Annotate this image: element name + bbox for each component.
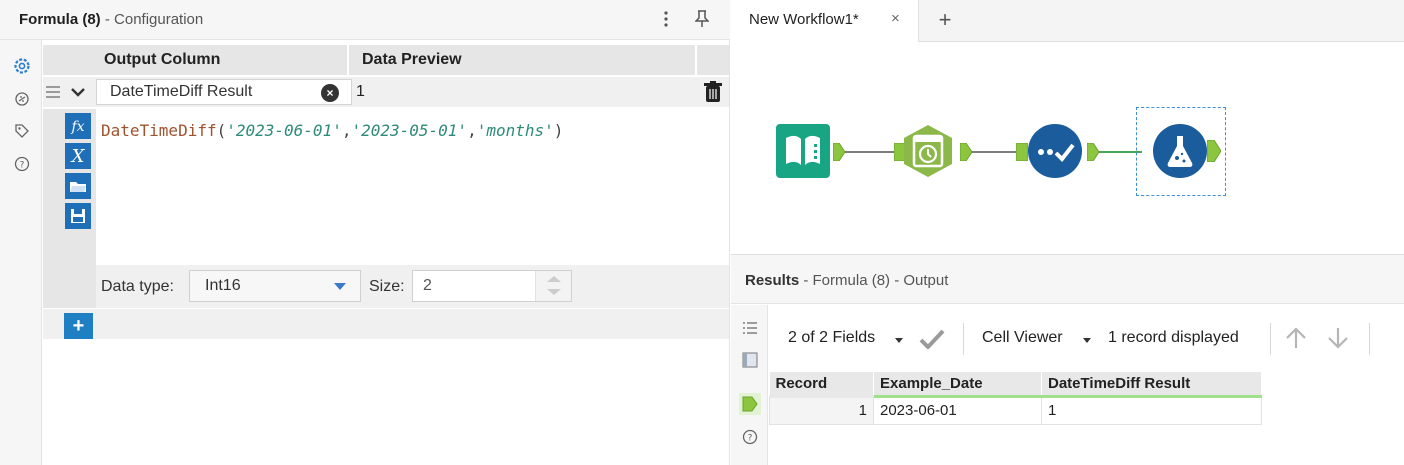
data-type-row: Data type: Int16 Size: 2 [43, 265, 729, 308]
output-anchor-icon[interactable] [739, 393, 761, 415]
data-type-label: Data type: [101, 278, 174, 295]
records-displayed: 1 record displayed [1108, 329, 1239, 346]
kebab-menu-icon[interactable] [656, 8, 676, 30]
svg-text:?: ? [20, 161, 25, 171]
function-icon[interactable]: fx [65, 113, 91, 139]
input-data-tool[interactable] [776, 124, 830, 178]
connection-line [841, 151, 899, 153]
configuration-title: Formula (8) - Configuration [19, 11, 203, 28]
header-separator [347, 45, 349, 75]
output-column-input[interactable]: DateTimeDiff Result [96, 79, 352, 105]
expression-arg-1: '2023-06-01' [226, 121, 342, 140]
expression-toolbar: fx X [65, 113, 91, 233]
result-cell[interactable]: 1 [1041, 395, 1262, 425]
data-type-value: Int16 [205, 277, 241, 294]
checkmark-icon[interactable] [919, 329, 945, 354]
formula-tool[interactable] [1153, 124, 1207, 178]
configuration-pane: Formula (8) - Configuration ? Output Col… [0, 0, 730, 465]
message-icon[interactable] [739, 349, 761, 371]
expression-function: DateTimeDiff [101, 121, 217, 140]
results-label: Results [745, 272, 800, 289]
record-cell[interactable]: 1 [769, 395, 874, 425]
new-tab-icon[interactable]: + [934, 6, 956, 34]
results-header: Results - Formula (8) - Output [731, 254, 1404, 304]
connection-line [972, 151, 1022, 153]
output-anchor[interactable] [832, 142, 846, 162]
open-folder-icon[interactable] [65, 173, 91, 199]
example-date-cell[interactable]: 2023-06-01 [873, 395, 1042, 425]
data-type-select[interactable]: Int16 [189, 270, 361, 302]
arrow-down-icon[interactable] [1326, 326, 1350, 355]
col-example-date[interactable]: Example_Date [873, 372, 1042, 398]
type-row-gutter [43, 265, 96, 308]
select-tool[interactable] [1028, 124, 1082, 178]
output-anchor[interactable] [1206, 139, 1222, 163]
toolbar-separator [963, 323, 964, 355]
help-icon[interactable]: ? [739, 426, 761, 448]
fields-dropdown[interactable]: 2 of 2 Fields [788, 329, 875, 347]
table-header-row: Record Example_Date DateTimeDiff Result [769, 372, 1262, 398]
caret-down-icon[interactable] [895, 338, 903, 343]
tab-label: New Workflow1* [749, 11, 859, 28]
config-tool-name: Formula (8) [19, 11, 101, 28]
output-anchor[interactable] [1086, 142, 1100, 162]
configuration-header: Formula (8) - Configuration [0, 0, 730, 40]
close-tab-icon[interactable]: × [891, 10, 900, 27]
results-side-rail: ? [731, 305, 768, 465]
drag-handle-icon[interactable] [43, 77, 63, 107]
grid-header: Output Column Data Preview [43, 45, 729, 75]
toolbar-separator [1369, 323, 1370, 355]
cell-viewer-dropdown[interactable]: Cell Viewer [982, 329, 1063, 347]
add-field-button[interactable]: + [64, 313, 93, 339]
data-preview-value: 1 [356, 83, 365, 100]
expression-arg-2: '2023-05-01' [351, 121, 468, 140]
save-icon[interactable] [65, 203, 91, 229]
col-datetimediff-result[interactable]: DateTimeDiff Result [1041, 372, 1262, 398]
svg-text:?: ? [748, 434, 753, 444]
clear-icon[interactable]: × [321, 84, 339, 102]
expression-text[interactable]: DateTimeDiff('2023-06-01','2023-05-01','… [101, 121, 563, 140]
caret-down-icon [334, 283, 346, 290]
gear-icon[interactable] [11, 55, 33, 77]
pin-icon[interactable] [692, 8, 712, 30]
output-anchor[interactable] [959, 142, 973, 162]
data-preview-header: Data Preview [362, 51, 462, 68]
size-label: Size: [369, 278, 405, 295]
caret-down-icon[interactable] [1083, 338, 1091, 343]
config-subtitle: - Configuration [104, 11, 204, 28]
toolbar-separator [1270, 323, 1271, 355]
tag-icon[interactable] [11, 120, 33, 142]
formula-row: DateTimeDiff Result × 1 [43, 77, 729, 107]
configuration-side-rail: ? [0, 40, 42, 465]
results-title: Results - Formula (8) - Output [745, 272, 948, 289]
size-input[interactable]: 2 [412, 270, 572, 302]
datetime-tool[interactable] [901, 124, 955, 178]
size-value: 2 [423, 277, 432, 294]
arrow-up-icon[interactable] [1284, 326, 1308, 355]
variable-icon[interactable]: X [65, 143, 91, 169]
col-record[interactable]: Record [769, 372, 874, 398]
chevron-down-icon[interactable] [65, 79, 91, 105]
results-table: Record Example_Date DateTimeDiff Result … [769, 372, 1262, 425]
svg-text:fx: fx [70, 119, 84, 135]
list-icon[interactable] [739, 317, 761, 339]
workflow-canvas[interactable] [731, 43, 1404, 253]
stepper-up-icon[interactable] [547, 276, 561, 282]
link-icon[interactable] [11, 88, 33, 110]
output-column-header: Output Column [104, 51, 221, 68]
input-anchor[interactable] [1015, 142, 1029, 162]
table-row[interactable]: 1 2023-06-01 1 [769, 395, 1262, 425]
header-separator [695, 45, 697, 75]
trash-icon[interactable] [703, 81, 723, 103]
stepper-down-icon[interactable] [547, 289, 561, 295]
help-icon[interactable]: ? [11, 153, 33, 175]
results-subtitle: - Formula (8) - Output [803, 272, 949, 289]
results-toolbar: 2 of 2 Fields Cell Viewer 1 record displ… [769, 305, 1404, 371]
svg-text:X: X [70, 146, 86, 167]
tab-new-workflow1[interactable]: New Workflow1* × [731, 0, 919, 42]
workflow-tab-bar: New Workflow1* × + [731, 0, 1404, 42]
expression-arg-3: 'months' [476, 121, 554, 140]
size-stepper[interactable] [535, 271, 571, 301]
add-row: + [43, 309, 729, 339]
